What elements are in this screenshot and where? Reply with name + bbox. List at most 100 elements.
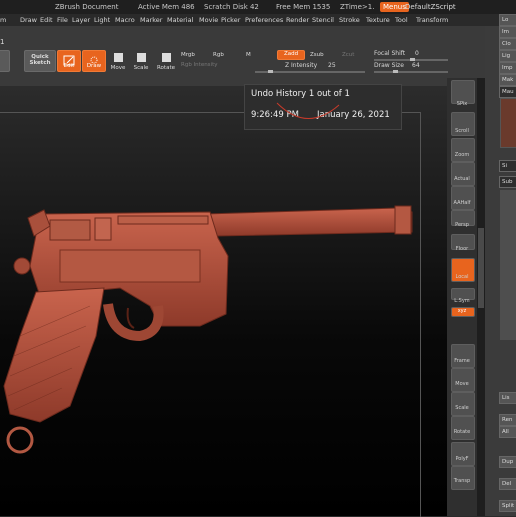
transp-label: Transp [453, 478, 471, 484]
scroll-label: Scroll [455, 128, 469, 134]
draw-button[interactable]: Draw [82, 50, 106, 72]
menu-stroke[interactable]: Stroke [339, 14, 360, 26]
menu-layer[interactable]: Layer [72, 14, 90, 26]
floor-label: Floor [455, 246, 469, 252]
shelf-number: 1 [0, 38, 5, 46]
title-bar: ZBrush Document Active Mem 486 Scratch D… [0, 0, 516, 14]
move-label: Move [110, 65, 126, 71]
left-partial-button[interactable] [0, 50, 10, 72]
tray-button-lig[interactable]: Lig [499, 50, 516, 62]
menu-partial[interactable]: m [0, 14, 6, 26]
xyz-label: xyz [457, 308, 467, 314]
rgb-intensity-slider[interactable]: Rgb Intensity [181, 62, 218, 68]
zsub-button[interactable]: Zsub [310, 52, 324, 58]
tray-button-all[interactable]: All [499, 426, 516, 438]
menu-render[interactable]: Render [286, 14, 309, 26]
tray-button-rename[interactable]: Ren [499, 414, 516, 426]
rotate-label: Rotate [156, 65, 175, 71]
tray-button-lo[interactable]: Lo [499, 14, 516, 26]
focal-shift-knob[interactable] [410, 58, 415, 61]
frame-icon[interactable] [451, 344, 475, 368]
undo-history-popup: Undo History 1 out of 1 9:26:49 PM Janua… [244, 84, 402, 130]
tray-label-mau: Mau [499, 86, 516, 98]
tray-button-split[interactable]: Split [499, 500, 516, 512]
persp-label: Persp [455, 222, 469, 228]
focal-shift-label: Focal Shift [374, 50, 406, 57]
quick-sketch-button[interactable]: Quick Sketch [24, 50, 56, 72]
zcut-button[interactable]: Zcut [342, 52, 354, 58]
top-shelf: 1 Quick Sketch Edit Draw Move Scale Rota… [0, 26, 516, 86]
draw-size-knob[interactable] [393, 70, 398, 73]
zadd-label: Zadd [283, 51, 299, 57]
move-button[interactable]: Move [108, 52, 128, 71]
tray-button-del[interactable]: Del [499, 478, 516, 490]
menu-macro[interactable]: Macro [115, 14, 135, 26]
rotate-view-icon[interactable] [451, 416, 475, 440]
menu-file[interactable]: File [57, 14, 68, 26]
aahalf-icon[interactable] [451, 186, 475, 210]
rotate-button[interactable]: Rotate [155, 52, 177, 71]
polyf-label: PolyF [455, 456, 469, 462]
tray-button-list[interactable]: Lis [499, 392, 516, 404]
menu-movie[interactable]: Movie [199, 14, 218, 26]
menu-stencil[interactable]: Stencil [312, 14, 334, 26]
menu-bar: m Draw Edit File Layer Light Macro Marke… [0, 14, 516, 26]
subtool-list[interactable] [500, 190, 516, 340]
tool-thumbnail[interactable] [500, 98, 516, 148]
scale-view-icon[interactable] [451, 392, 475, 416]
tray-button-imp[interactable]: Imp [499, 62, 516, 74]
menu-edit[interactable]: Edit [40, 14, 53, 26]
menu-marker[interactable]: Marker [140, 14, 162, 26]
quick-sketch-label: Quick Sketch [29, 54, 51, 66]
menu-preferences[interactable]: Preferences [245, 14, 283, 26]
menu-light[interactable]: Light [94, 14, 110, 26]
z-intensity-knob[interactable] [268, 70, 273, 73]
aahalf-label: AAHalf [453, 200, 471, 206]
scale-button[interactable]: Scale [131, 52, 151, 71]
actual-icon[interactable] [451, 162, 475, 186]
draw-size-value: 64 [412, 62, 420, 69]
active-mem: Active Mem 486 [138, 3, 195, 11]
right-scroll-thumb[interactable] [478, 228, 484, 308]
rgb-button[interactable]: Rgb [213, 52, 224, 58]
right-shelf: SPix Scroll Zoom Actual AAHalf Persp Flo… [447, 78, 477, 516]
local-label: Local [455, 274, 469, 280]
scale-view-label: Scale [455, 405, 469, 411]
focal-shift-value: 0 [415, 50, 419, 57]
undo-cursor-ring-icon [276, 102, 340, 119]
default-zscript-button[interactable]: DefaultZScript [405, 0, 456, 14]
mrgb-button[interactable]: Mrgb [181, 52, 195, 58]
draw-size-label: Draw Size [374, 62, 404, 69]
spix-label: SPix [456, 101, 468, 107]
pistol-model[interactable] [0, 196, 420, 466]
menu-material[interactable]: Material [167, 14, 193, 26]
zadd-button[interactable]: Zadd [277, 50, 305, 60]
move-view-label: Move [455, 381, 469, 387]
scratch-disk: Scratch Disk 42 [204, 3, 259, 11]
zoom-icon[interactable] [451, 138, 475, 162]
tray-button-mak[interactable]: Mak [499, 74, 516, 86]
draw-label: Draw [86, 63, 102, 69]
edit-button[interactable]: Edit [57, 50, 81, 72]
scale-label: Scale [133, 65, 149, 71]
tray-button-dup[interactable]: Dup [499, 456, 516, 468]
menu-transform[interactable]: Transform [416, 14, 448, 26]
z-intensity-value: 25 [328, 62, 336, 69]
ztime: ZTime>1. [340, 3, 375, 11]
free-mem: Free Mem 1535 [276, 3, 331, 11]
menu-tool[interactable]: Tool [395, 14, 408, 26]
document-title: ZBrush Document [55, 3, 119, 11]
menu-draw[interactable]: Draw [20, 14, 37, 26]
polyf-icon[interactable] [451, 442, 475, 466]
move-icon [114, 53, 123, 62]
m-button[interactable]: M [246, 52, 251, 58]
tray-button-clo[interactable]: Clo [499, 38, 516, 50]
menu-texture[interactable]: Texture [366, 14, 390, 26]
frame-label: Frame [454, 358, 470, 364]
tray-label-si: Si [499, 160, 516, 172]
z-intensity-label: Z Intensity [285, 62, 318, 69]
move-view-icon[interactable] [451, 368, 475, 392]
tray-button-im[interactable]: Im [499, 26, 516, 38]
draw-size-track[interactable] [374, 71, 448, 73]
menu-picker[interactable]: Picker [221, 14, 240, 26]
